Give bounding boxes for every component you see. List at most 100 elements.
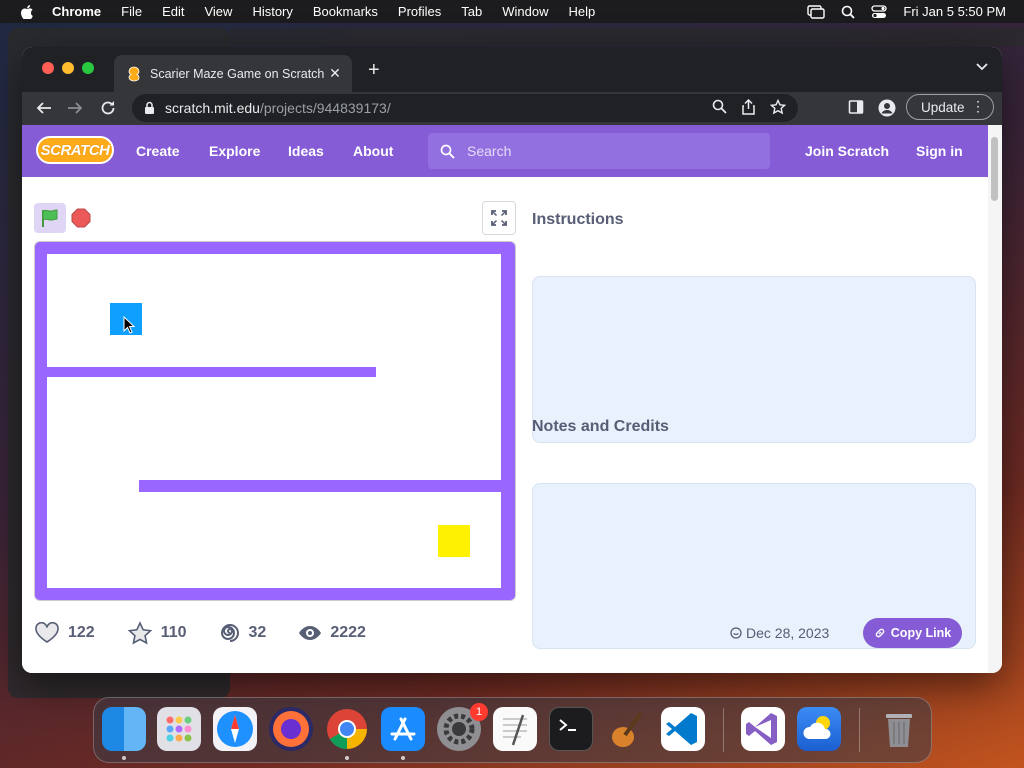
sign-in-link[interactable]: Sign in: [916, 143, 963, 159]
side-panel-icon[interactable]: [848, 99, 864, 115]
green-flag-button[interactable]: [34, 203, 66, 233]
bookmark-star-icon[interactable]: [770, 99, 786, 115]
dock-separator: [859, 708, 860, 752]
zoom-search-icon[interactable]: [712, 99, 727, 114]
dock-terminal-icon[interactable]: [549, 707, 593, 751]
stop-sign-icon[interactable]: [71, 208, 91, 228]
more-menu-icon[interactable]: ⋮: [971, 98, 985, 114]
dock-safari-icon[interactable]: [213, 707, 257, 751]
tab-scratch[interactable]: Scarier Maze Game on Scratch ✕: [114, 55, 352, 92]
views-stat: 2222: [298, 624, 366, 642]
menu-edit[interactable]: Edit: [162, 4, 184, 19]
chrome-window: Scarier Maze Game on Scratch ✕ + scratch…: [22, 47, 1002, 673]
dock-chrome-icon[interactable]: [325, 707, 369, 751]
scratch-page: SCRATCH Create Explore Ideas About Searc…: [22, 125, 988, 673]
apple-icon[interactable]: [20, 4, 34, 19]
heart-icon: [35, 622, 59, 643]
menu-app-name[interactable]: Chrome: [52, 4, 101, 19]
menu-bookmarks[interactable]: Bookmarks: [313, 4, 378, 19]
menu-profiles[interactable]: Profiles: [398, 4, 441, 19]
close-window-button[interactable]: [42, 62, 54, 74]
screen-mirroring-icon[interactable]: [807, 4, 826, 19]
dock-app-store-icon[interactable]: [381, 707, 425, 751]
scratch-logo[interactable]: SCRATCH: [36, 136, 114, 164]
menu-tab[interactable]: Tab: [461, 4, 482, 19]
zoom-window-button[interactable]: [82, 62, 94, 74]
maze-wall-right: [501, 242, 515, 600]
page-scrollbar-thumb[interactable]: [991, 137, 998, 201]
reload-icon[interactable]: [100, 100, 116, 116]
copy-link-button[interactable]: Copy Link: [863, 618, 962, 648]
nav-create[interactable]: Create: [136, 143, 180, 159]
remixes-count: 32: [248, 624, 267, 641]
back-arrow-icon[interactable]: [36, 100, 52, 116]
menu-history[interactable]: History: [252, 4, 292, 19]
menu-file[interactable]: File: [121, 4, 142, 19]
update-button[interactable]: Update ⋮: [906, 94, 994, 120]
dock-firefox-icon[interactable]: [269, 707, 313, 751]
scratch-navbar: SCRATCH Create Explore Ideas About Searc…: [22, 125, 988, 177]
tab-close-icon[interactable]: ✕: [324, 65, 346, 82]
page-scrollbar-track[interactable]: [988, 125, 1002, 673]
minimize-window-button[interactable]: [62, 62, 74, 74]
dock-weather-icon[interactable]: [797, 707, 841, 751]
project-date: Dec 28, 2023: [730, 625, 829, 641]
menu-view[interactable]: View: [204, 4, 232, 19]
lock-icon[interactable]: [144, 101, 155, 115]
maze-wall-left: [35, 242, 47, 600]
dock-launchpad-icon[interactable]: [157, 707, 201, 751]
dock-garageband-icon[interactable]: [605, 707, 649, 751]
favorite-stat[interactable]: 110: [127, 621, 187, 645]
dock-textedit-icon[interactable]: [493, 707, 537, 751]
maze-wall-lower: [139, 480, 515, 492]
fullscreen-button[interactable]: [482, 201, 516, 235]
scratch-search-input[interactable]: Search: [428, 133, 770, 169]
tab-title: Scarier Maze Game on Scratch: [150, 66, 324, 81]
forward-arrow-icon[interactable]: [67, 100, 83, 116]
dock-visual-studio-icon[interactable]: [741, 707, 785, 751]
dock-running-indicator: [345, 756, 349, 760]
background-window-strip: [230, 28, 1024, 46]
menu-clock[interactable]: Fri Jan 5 5:50 PM: [903, 4, 1006, 19]
date-text: Dec 28, 2023: [746, 625, 830, 641]
dock-running-indicator: [122, 756, 126, 760]
green-flag-icon: [42, 209, 58, 227]
dock-finder-icon[interactable]: [102, 707, 146, 751]
settings-notification-badge: 1: [470, 703, 488, 721]
nav-ideas[interactable]: Ideas: [288, 143, 324, 159]
dock-vscode-icon[interactable]: [661, 707, 705, 751]
search-placeholder: Search: [467, 143, 512, 159]
goal-sprite: [438, 525, 470, 557]
control-center-icon[interactable]: [871, 4, 888, 19]
copy-link-label: Copy Link: [890, 626, 952, 640]
url-path: /projects/944839173/: [259, 100, 391, 116]
dock-trash-icon[interactable]: [877, 707, 921, 751]
love-stat[interactable]: 122: [34, 622, 95, 644]
menu-window[interactable]: Window: [502, 4, 548, 19]
menu-help[interactable]: Help: [569, 4, 596, 19]
nav-explore[interactable]: Explore: [209, 143, 260, 159]
remix-stat: 32: [219, 622, 267, 644]
star-icon: [127, 621, 153, 645]
address-bar[interactable]: scratch.mit.edu/projects/944839173/: [132, 94, 798, 122]
profile-avatar-icon[interactable]: [878, 99, 896, 117]
nav-about[interactable]: About: [353, 143, 393, 159]
new-tab-button[interactable]: +: [368, 59, 380, 82]
tab-search-chevron-icon[interactable]: [976, 63, 988, 71]
dock: 1: [93, 697, 932, 763]
project-stage[interactable]: [34, 241, 516, 601]
join-scratch-link[interactable]: Join Scratch: [805, 143, 889, 159]
fullscreen-icon: [491, 210, 507, 226]
update-label: Update: [921, 99, 965, 115]
spotlight-search-icon[interactable]: [841, 5, 856, 19]
eye-icon: [299, 626, 322, 640]
loves-count: 122: [68, 624, 95, 641]
remix-spiral-icon: [220, 624, 239, 642]
url-host: scratch.mit.edu: [165, 100, 260, 116]
scratch-favicon-icon: [128, 66, 140, 81]
project-stats: 122 110 32 2222: [34, 618, 398, 648]
mouse-cursor-icon: [123, 316, 135, 334]
maze-wall-top: [35, 242, 515, 254]
maze-wall-middle: [35, 367, 376, 377]
share-icon[interactable]: [741, 99, 756, 115]
